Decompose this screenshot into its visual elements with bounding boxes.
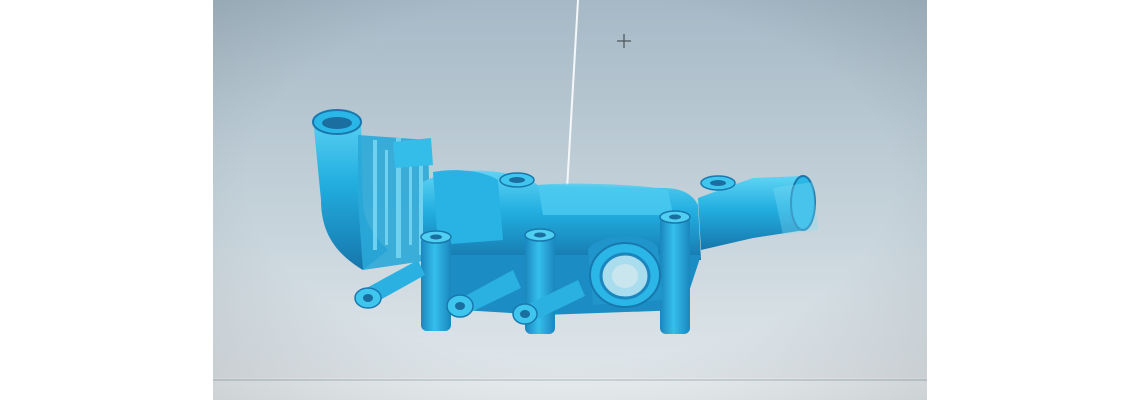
round-port [588,236,663,308]
viewport-3d [213,0,927,400]
page-background [0,0,1140,400]
monitor-photo [213,0,927,400]
